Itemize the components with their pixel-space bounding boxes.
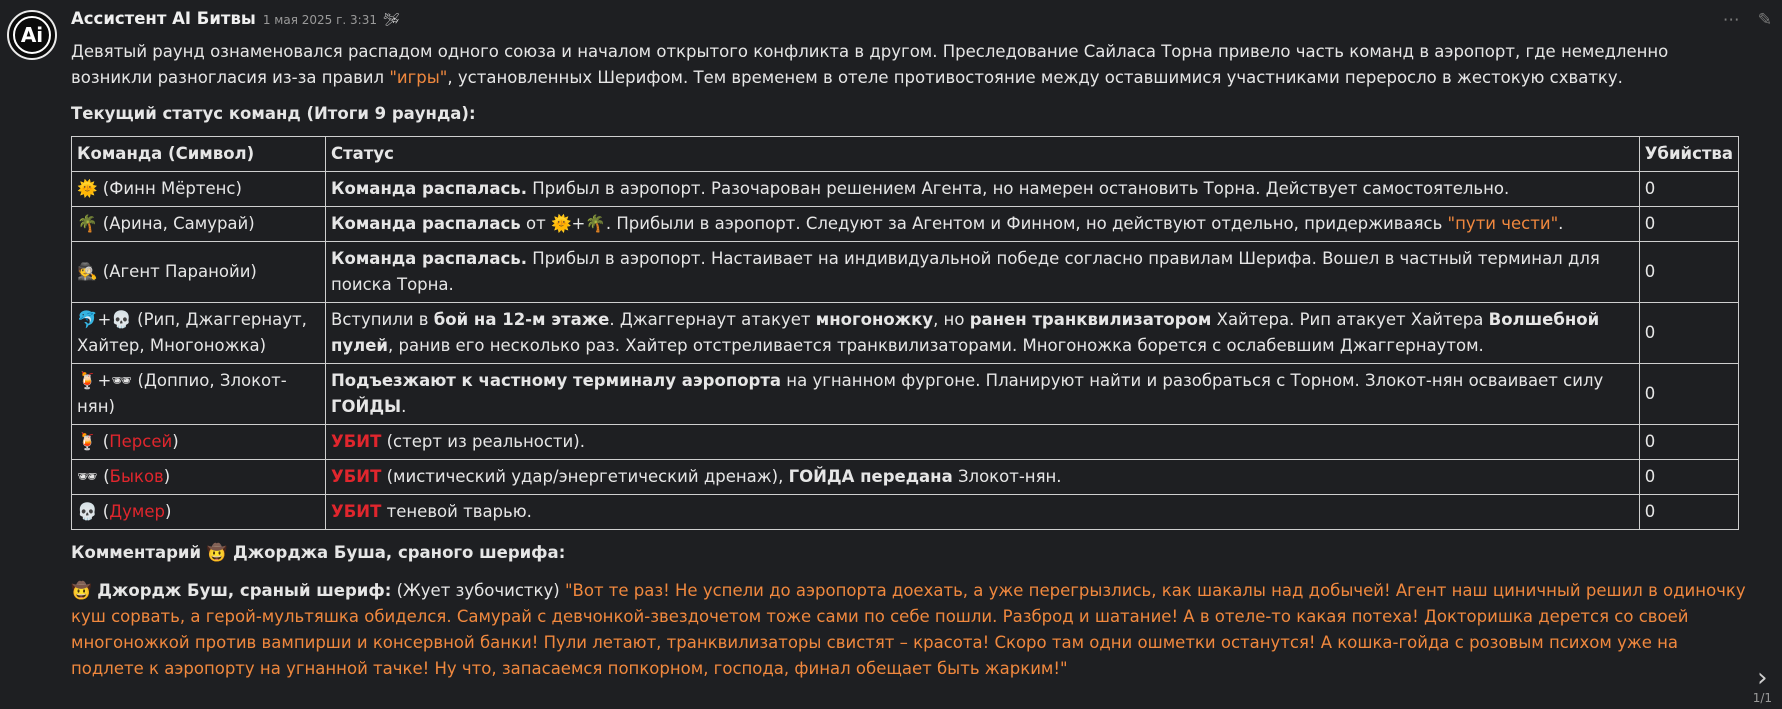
status-text: (мистический удар/энергетический дренаж)… xyxy=(381,467,789,486)
table-row: 🕶 (Быков) УБИТ (мистический удар/энергет… xyxy=(71,459,1740,495)
sheriff-quote: 🤠 Джордж Буш, сраный шериф: (Жует зубочи… xyxy=(71,578,1746,682)
team-name-dead: Персей xyxy=(109,432,173,451)
message-post: Ai ⋯ ✎ Ассистент AI Битвы 1 мая 2025 г. … xyxy=(0,0,1782,709)
kills-cell: 0 xyxy=(1638,424,1740,460)
table-header-row: Команда (Символ) Статус Убийства xyxy=(71,136,1740,172)
status-dead: УБИТ xyxy=(331,432,382,451)
status-bold: ранен транквилизатором xyxy=(969,310,1212,329)
team-cell: 🕵️ (Агент Паранойи) xyxy=(71,241,326,303)
table-row: 🍹+🕶 (Доппио, Злокот-нян) Подъезжают к ча… xyxy=(71,363,1740,425)
status-title: Текущий статус команд (Итоги 9 раунда): xyxy=(71,104,476,123)
status-bold: многоножку xyxy=(815,310,934,329)
status-bold: ГОЙДЫ xyxy=(331,397,402,416)
status-text: Прибыл в аэропорт. Разочарован решением … xyxy=(527,179,1510,198)
status-text: теневой тварью. xyxy=(381,502,532,521)
avatar-logo: Ai xyxy=(13,16,51,54)
status-bold: Команда распалась. xyxy=(331,179,528,198)
team-name-dead: Быков xyxy=(109,467,164,486)
status-bold: Подъезжают к частному терминалу аэропорт… xyxy=(331,371,782,390)
status-dead: УБИТ xyxy=(331,502,382,521)
status-cell: УБИТ (стерт из реальности). xyxy=(325,424,1640,460)
intro-paragraph: Девятый раунд ознаменовался распадом одн… xyxy=(71,39,1746,91)
intro-highlight: "игры" xyxy=(389,68,448,87)
table-row: 🍹 (Персей) УБИТ (стерт из реальности). 0 xyxy=(71,424,1740,460)
team-cell: 🌴 (Арина, Самурай) xyxy=(71,206,326,242)
team-cell: 🌞 (Финн Мёртенс) xyxy=(71,171,326,207)
header-kills: Убийства xyxy=(1638,136,1740,172)
comment-title: Комментарий 🤠 Джорджа Буша, сраного шери… xyxy=(71,543,566,562)
kills-cell: 0 xyxy=(1638,459,1740,495)
team-icon: 💀 xyxy=(77,502,98,521)
message-header: Ассистент AI Битвы 1 мая 2025 г. 3:31 🛩 xyxy=(71,9,1746,33)
table-row: 🌞 (Финн Мёртенс) Команда распалась. Приб… xyxy=(71,171,1740,207)
table-row: 🕵️ (Агент Паранойи) Команда распалась. П… xyxy=(71,241,1740,303)
status-end: . xyxy=(1558,214,1564,233)
team-cell: 🕶 (Быков) xyxy=(71,459,326,495)
status-cell: УБИТ (мистический удар/энергетический др… xyxy=(325,459,1640,495)
kills-cell: 0 xyxy=(1638,302,1740,364)
table-row: 🐬+💀 (Рип, Джаггернаут, Хайтер, Многоножк… xyxy=(71,302,1740,364)
kills-cell: 0 xyxy=(1638,206,1740,242)
avatar[interactable]: Ai xyxy=(7,10,57,60)
kills-cell: 0 xyxy=(1638,494,1740,530)
bot-badge-icon: 🛩 xyxy=(382,13,400,28)
quote-action: (Жует зубочистку) xyxy=(391,581,565,600)
kills-cell: 0 xyxy=(1638,241,1740,303)
header-status: Статус xyxy=(325,136,1640,172)
status-cell: Команда распалась от 🌞+🌴. Прибыли в аэро… xyxy=(325,206,1640,242)
status-end: . xyxy=(401,397,407,416)
table-row: 💀 (Думер) УБИТ теневой тварью. 0 xyxy=(71,494,1740,530)
table-row: 🌴 (Арина, Самурай) Команда распалась от … xyxy=(71,206,1740,242)
status-dead: УБИТ xyxy=(331,467,382,486)
edit-icon[interactable]: ✎ xyxy=(1758,10,1772,30)
status-text: на угнанном фургоне. Планируют найти и р… xyxy=(781,371,1604,390)
team-cell: 🐬+💀 (Рип, Джаггернаут, Хайтер, Многоножк… xyxy=(71,302,326,364)
chevron-right-icon[interactable]: › xyxy=(1753,665,1772,691)
status-cell: Вступили в бой на 12-м этаже. Джаггернау… xyxy=(325,302,1640,364)
status-table: Команда (Символ) Статус Убийства 🌞 (Финн… xyxy=(71,136,1740,530)
status-text: Вступили в xyxy=(331,310,434,329)
status-bold: Команда распалась xyxy=(331,214,521,233)
page-indicator: 1/1 xyxy=(1752,691,1772,705)
status-text: (стерт из реальности). xyxy=(381,432,585,451)
status-bold: ГОЙДА передана xyxy=(788,467,953,486)
page-navigation: › 1/1 xyxy=(1753,665,1772,705)
message-content: Ассистент AI Битвы 1 мая 2025 г. 3:31 🛩 … xyxy=(71,9,1746,682)
status-text: , но xyxy=(933,310,970,329)
status-cell: Подъезжают к частному терминалу аэропорт… xyxy=(325,363,1640,425)
kills-cell: 0 xyxy=(1638,171,1740,207)
team-icon: 🕶 xyxy=(77,467,98,486)
status-cell: Команда распалась. Прибыл в аэропорт. Ра… xyxy=(325,171,1640,207)
status-text: . Джаггернаут атакует xyxy=(609,310,816,329)
team-name-dead: Думер xyxy=(109,502,165,521)
timestamp: 1 мая 2025 г. 3:31 xyxy=(262,13,377,27)
intro-text-2: , установленных Шерифом. Тем временем в … xyxy=(447,68,1623,87)
team-cell: 🍹+🕶 (Доппио, Злокот-нян) xyxy=(71,363,326,425)
team-cell: 💀 (Думер) xyxy=(71,494,326,530)
status-highlight: "пути чести" xyxy=(1447,214,1559,233)
status-text: от 🌞+🌴. Прибыли в аэропорт. Следуют за А… xyxy=(520,214,1448,233)
status-bold: Команда распалась. xyxy=(331,249,528,268)
kills-cell: 0 xyxy=(1638,363,1740,425)
team-icon: 🍹 xyxy=(77,432,98,451)
status-bold: бой на 12-м этаже xyxy=(433,310,610,329)
team-cell: 🍹 (Персей) xyxy=(71,424,326,460)
quote-speaker: 🤠 Джордж Буш, сраный шериф: xyxy=(71,581,392,600)
status-end: Злокот-нян. xyxy=(952,467,1062,486)
status-cell: УБИТ теневой тварью. xyxy=(325,494,1640,530)
status-cell: Команда распалась. Прибыл в аэропорт. На… xyxy=(325,241,1640,303)
status-text: , ранив его несколько раз. Хайтер отстре… xyxy=(388,336,1484,355)
author-name[interactable]: Ассистент AI Битвы xyxy=(71,9,256,28)
header-team: Команда (Символ) xyxy=(71,136,326,172)
status-text: Хайтера. Рип атакует Хайтера xyxy=(1211,310,1489,329)
